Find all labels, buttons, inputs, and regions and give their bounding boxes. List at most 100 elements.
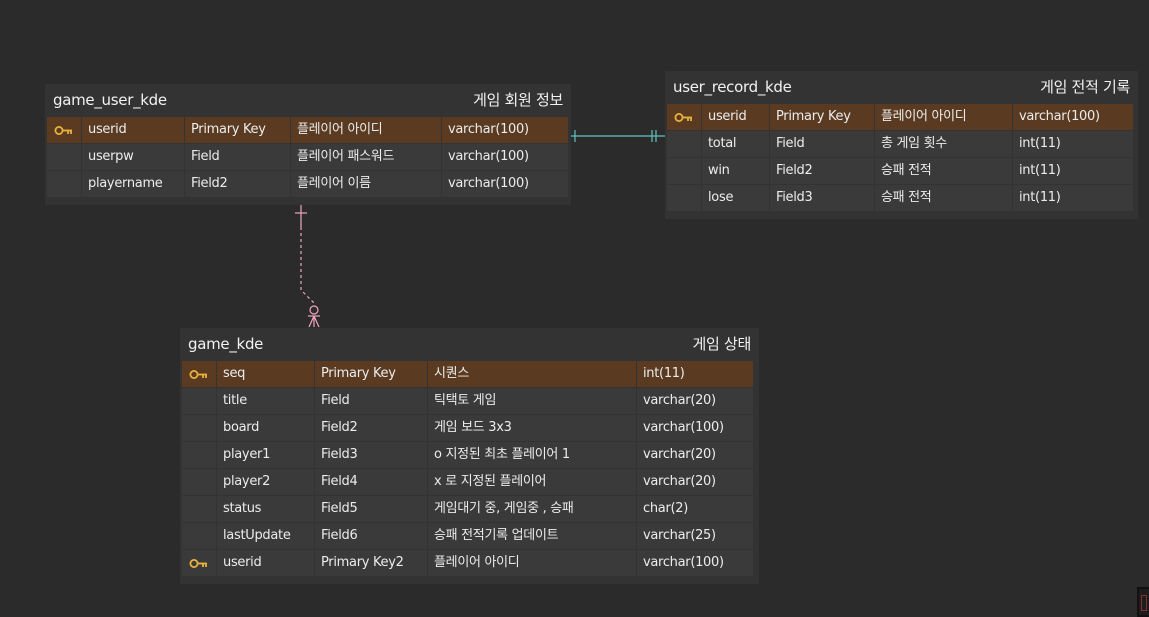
table-header: game_user_kde 게임 회원 정보 (47, 84, 569, 116)
key-icon (189, 558, 209, 569)
table-name: game_kde (188, 335, 264, 353)
table-row[interactable]: lastUpdate Field6 승패 전적기록 업데이트 varchar(25) (182, 523, 757, 549)
row-key-cell (182, 550, 216, 576)
column-name: userid (702, 104, 769, 130)
column-datatype: varchar(100) (1013, 104, 1133, 130)
column-name: title (217, 388, 314, 414)
column-comment: 플레이어 아이디 (875, 104, 1012, 130)
relation-game-user-to-user-record[interactable] (570, 130, 668, 142)
column-datatype: int(11) (1013, 185, 1133, 211)
table-row[interactable]: userpw Field 플레이어 패스워드 varchar(100) (47, 144, 569, 170)
column-keytype: Field2 (770, 158, 874, 184)
relation-game-user-to-game[interactable] (295, 205, 320, 328)
column-name: player2 (217, 469, 314, 495)
column-comment: x 로 지정된 플레이어 (428, 469, 636, 495)
column-name: player1 (217, 442, 314, 468)
column-keytype: Field (770, 131, 874, 157)
row-key-cell (182, 469, 216, 495)
row-key-cell (182, 388, 216, 414)
column-keytype: Field5 (315, 496, 427, 522)
key-icon (189, 369, 209, 380)
key-icon (54, 125, 74, 136)
row-key-cell (182, 415, 216, 441)
key-icon (674, 112, 694, 123)
column-comment: 게임 보드 3x3 (428, 415, 636, 441)
column-keytype: Field2 (185, 171, 290, 197)
row-key-cell (667, 158, 701, 184)
column-name: seq (217, 361, 314, 387)
table-row[interactable]: title Field 틱택토 게임 varchar(20) (182, 388, 757, 414)
column-keytype: Primary Key (770, 104, 874, 130)
column-name: lose (702, 185, 769, 211)
table-row[interactable]: total Field 총 게임 횟수 int(11) (667, 131, 1136, 157)
column-datatype: varchar(100) (637, 550, 753, 576)
row-key-cell (667, 185, 701, 211)
table-row[interactable]: userid Primary Key 플레이어 아이디 varchar(100) (667, 104, 1136, 130)
column-datatype: int(11) (637, 361, 753, 387)
column-comment: 틱택토 게임 (428, 388, 636, 414)
column-comment: 총 게임 횟수 (875, 131, 1012, 157)
column-comment: 승패 전적 (875, 185, 1012, 211)
column-datatype: varchar(20) (637, 469, 753, 495)
column-keytype: Primary Key (315, 361, 427, 387)
column-keytype: Field4 (315, 469, 427, 495)
table-row[interactable]: userid Primary Key 플레이어 아이디 varchar(100) (47, 117, 569, 143)
table-game-kde[interactable]: game_kde 게임 상태 seq Primary Key 시퀀스 int(11) t… (180, 328, 759, 584)
column-name: userid (82, 117, 184, 143)
table-header: game_kde 게임 상태 (182, 328, 757, 360)
column-name: userpw (82, 144, 184, 170)
column-comment: 플레이어 아이디 (291, 117, 441, 143)
column-datatype: int(11) (1013, 158, 1133, 184)
row-key-cell (667, 104, 701, 130)
table-row[interactable]: player2 Field4 x 로 지정된 플레이어 varchar(20) (182, 469, 757, 495)
row-key-cell (667, 131, 701, 157)
offscreen-element-edge (1137, 587, 1149, 617)
column-datatype: char(2) (637, 496, 753, 522)
column-comment: 승패 전적 (875, 158, 1012, 184)
column-comment: 시퀀스 (428, 361, 636, 387)
column-comment: 플레이어 패스워드 (291, 144, 441, 170)
table-comment: 게임 상태 (692, 335, 752, 353)
table-row[interactable]: board Field2 게임 보드 3x3 varchar(100) (182, 415, 757, 441)
table-name: game_user_kde (53, 91, 167, 109)
table-row[interactable]: playername Field2 플레이어 이름 varchar(100) (47, 171, 569, 197)
column-datatype: varchar(100) (442, 144, 568, 170)
table-comment: 게임 전적 기록 (1040, 78, 1130, 96)
column-keytype: Field (315, 388, 427, 414)
column-keytype: Primary Key2 (315, 550, 427, 576)
row-key-cell (182, 523, 216, 549)
table-row[interactable]: seq Primary Key 시퀀스 int(11) (182, 361, 757, 387)
column-comment: 플레이어 아이디 (428, 550, 636, 576)
column-name: win (702, 158, 769, 184)
column-keytype: Primary Key (185, 117, 290, 143)
table-row[interactable]: win Field2 승패 전적 int(11) (667, 158, 1136, 184)
column-comment: 승패 전적기록 업데이트 (428, 523, 636, 549)
column-datatype: varchar(25) (637, 523, 753, 549)
column-name: lastUpdate (217, 523, 314, 549)
column-name: board (217, 415, 314, 441)
table-row[interactable]: userid Primary Key2 플레이어 아이디 varchar(100) (182, 550, 757, 576)
column-keytype: Field (185, 144, 290, 170)
column-keytype: Field3 (770, 185, 874, 211)
column-datatype: varchar(20) (637, 388, 753, 414)
row-key-cell (182, 496, 216, 522)
table-row[interactable]: player1 Field3 o 지정된 최초 플레이어 1 varchar(20) (182, 442, 757, 468)
row-key-cell (182, 442, 216, 468)
column-comment: o 지정된 최초 플레이어 1 (428, 442, 636, 468)
column-keytype: Field2 (315, 415, 427, 441)
table-game-user-kde[interactable]: game_user_kde 게임 회원 정보 userid Primary Key… (45, 84, 571, 205)
column-keytype: Field3 (315, 442, 427, 468)
column-comment: 게임대기 중, 게임중 , 승패 (428, 496, 636, 522)
column-keytype: Field6 (315, 523, 427, 549)
column-datatype: varchar(100) (442, 117, 568, 143)
column-datatype: int(11) (1013, 131, 1133, 157)
column-datatype: varchar(100) (442, 171, 568, 197)
row-key-cell (47, 144, 81, 170)
column-name: total (702, 131, 769, 157)
table-row[interactable]: status Field5 게임대기 중, 게임중 , 승패 char(2) (182, 496, 757, 522)
column-datatype: varchar(20) (637, 442, 753, 468)
column-datatype: varchar(100) (637, 415, 753, 441)
table-row[interactable]: lose Field3 승패 전적 int(11) (667, 185, 1136, 211)
column-name: playername (82, 171, 184, 197)
table-user-record-kde[interactable]: user_record_kde 게임 전적 기록 userid Primary K… (665, 71, 1138, 219)
